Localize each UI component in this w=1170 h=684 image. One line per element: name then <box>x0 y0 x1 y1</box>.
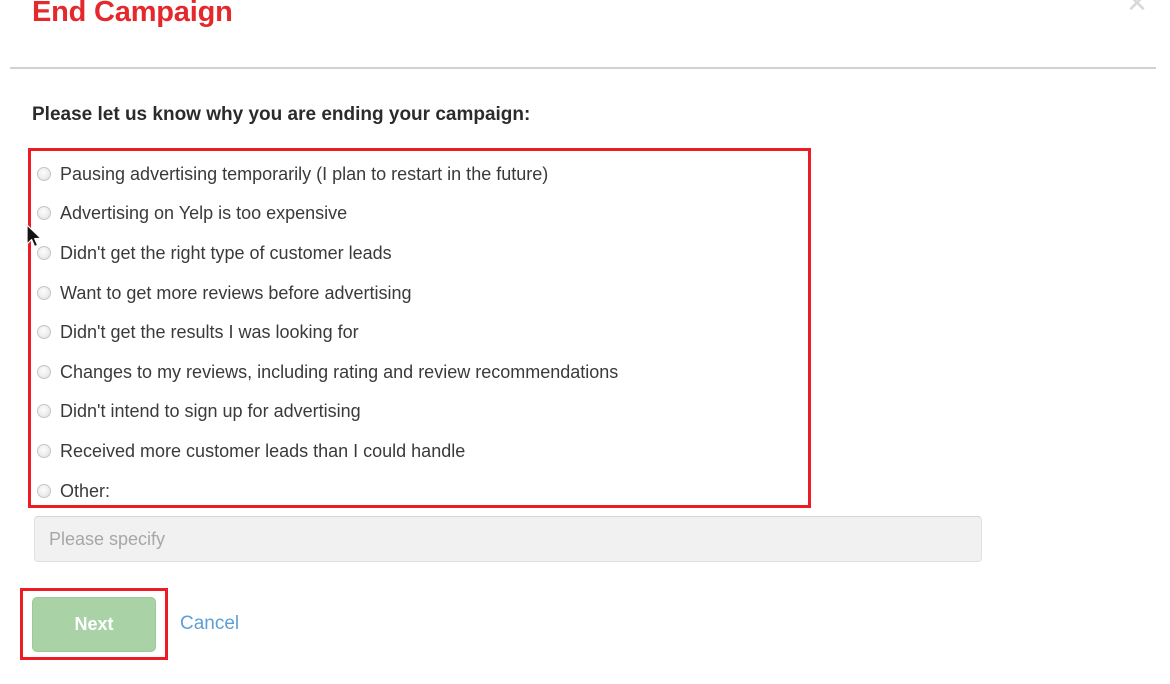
reason-option-label: Didn't get the results I was looking for <box>60 322 359 343</box>
reason-option-label: Advertising on Yelp is too expensive <box>60 203 348 224</box>
cancel-link[interactable]: Cancel <box>180 613 239 635</box>
close-icon[interactable]: ✕ <box>1124 0 1150 16</box>
radio-button-icon[interactable] <box>37 245 51 260</box>
radio-button-icon[interactable] <box>37 285 51 300</box>
reason-option-label: Changes to my reviews, including rating … <box>60 361 619 382</box>
reason-radio-group[interactable]: Pausing advertising temporarily (I plan … <box>34 154 804 510</box>
reason-option-label: Didn't get the right type of customer le… <box>60 242 392 263</box>
reason-option-4[interactable]: Didn't get the results I was looking for <box>34 312 804 352</box>
reason-option-8[interactable]: Other: <box>34 471 804 511</box>
radio-button-icon[interactable] <box>37 443 51 458</box>
radio-button-icon[interactable] <box>37 483 51 498</box>
reason-option-3[interactable]: Want to get more reviews before advertis… <box>34 273 804 313</box>
reason-option-1[interactable]: Advertising on Yelp is too expensive <box>34 194 804 234</box>
reason-option-label: Didn't intend to sign up for advertising <box>60 401 361 422</box>
radio-button-icon[interactable] <box>37 404 51 419</box>
reason-option-5[interactable]: Changes to my reviews, including rating … <box>34 352 804 392</box>
radio-button-icon[interactable] <box>37 206 51 221</box>
radio-button-icon[interactable] <box>37 166 51 181</box>
reason-option-7[interactable]: Received more customer leads than I coul… <box>34 431 804 471</box>
reason-option-label: Other: <box>60 480 111 501</box>
reason-option-label: Received more customer leads than I coul… <box>60 440 466 461</box>
page-title: End Campaign <box>32 0 233 28</box>
reason-option-6[interactable]: Didn't intend to sign up for advertising <box>34 392 804 432</box>
reason-option-2[interactable]: Didn't get the right type of customer le… <box>34 233 804 273</box>
radio-button-icon[interactable] <box>37 325 51 340</box>
next-button[interactable]: Next <box>32 597 156 652</box>
header-divider <box>10 67 1156 69</box>
reason-option-0[interactable]: Pausing advertising temporarily (I plan … <box>34 154 804 194</box>
prompt-heading: Please let us know why you are ending yo… <box>32 104 531 125</box>
radio-button-icon[interactable] <box>37 364 51 379</box>
specify-input[interactable] <box>34 516 982 562</box>
reason-option-label: Want to get more reviews before advertis… <box>60 282 412 303</box>
reason-option-label: Pausing advertising temporarily (I plan … <box>60 163 549 184</box>
